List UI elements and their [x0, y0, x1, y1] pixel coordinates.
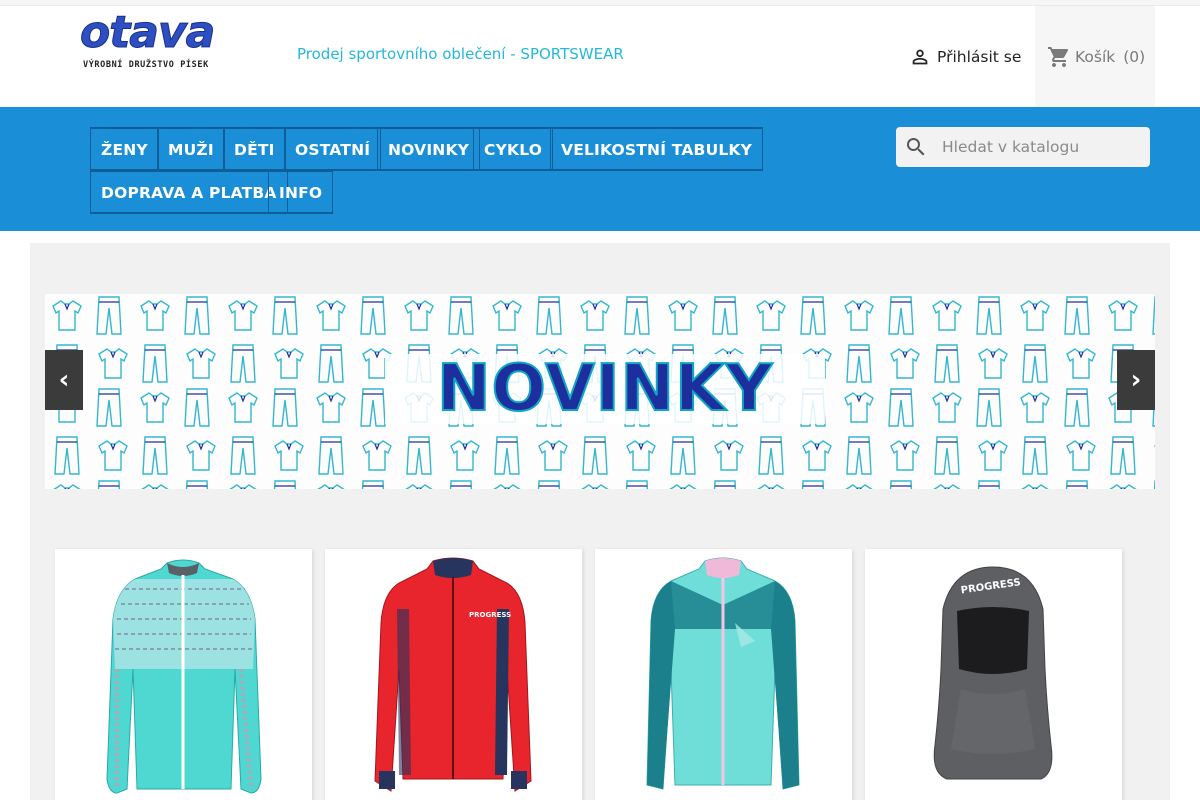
shopping-cart-icon [1048, 46, 1069, 67]
main-content: NOVINKY ‹ › PROGRESS PROGRESS [30, 243, 1170, 800]
nav-item-ostatni[interactable]: OSTATNÍ [284, 127, 382, 171]
nav-item-deti[interactable]: DĚTI [223, 127, 286, 171]
product-card[interactable]: PROGRESS [325, 549, 582, 800]
promo-banner[interactable]: NOVINKY [45, 294, 1155, 489]
nav-item-info[interactable]: INFO [268, 170, 334, 214]
chevron-left-icon: ‹ [58, 365, 70, 395]
nav-item-cyklo[interactable]: CYKLO [473, 127, 554, 171]
teal-jacket-image [646, 557, 800, 790]
balaclava-image: PROGRESS [933, 566, 1053, 780]
red-jacket-image: PROGRESS [374, 557, 532, 792]
site-tagline: Prodej sportovního oblečení - SPORTSWEAR [297, 45, 624, 63]
nav-item-doprava-a-platba[interactable]: DOPRAVA A PLATBA [90, 170, 288, 214]
banner-title: NOVINKY [385, 351, 825, 427]
product-card[interactable] [55, 549, 312, 800]
site-header: otava VÝROBNÍ DRUŽSTVO PÍSEK Prodej spor… [0, 6, 1200, 107]
turquoise-jacket-image [106, 559, 262, 794]
cart-count: (0) [1123, 47, 1146, 66]
search-icon[interactable] [904, 135, 928, 159]
main-navigation: ŽENY MUŽI DĚTI OSTATNÍ NOVINKY CYKLO VEL… [0, 107, 1200, 231]
nav-item-muzi[interactable]: MUŽI [157, 127, 225, 171]
search-input[interactable] [942, 138, 1142, 156]
cart-button[interactable]: Košík (0) [1035, 6, 1155, 107]
svg-text:PROGRESS: PROGRESS [469, 611, 511, 619]
cart-label: Košík [1075, 47, 1116, 66]
logo-subtitle: VÝROBNÍ DRUŽSTVO PÍSEK [83, 60, 209, 70]
nav-item-zeny[interactable]: ŽENY [90, 127, 159, 171]
nav-item-novinky[interactable]: NOVINKY [377, 127, 481, 171]
carousel-next-button[interactable]: › [1117, 350, 1155, 410]
nav-item-velikostni-tabulky[interactable]: VELIKOSTNÍ TABULKY [550, 127, 764, 171]
login-link[interactable]: Přihlásit se [909, 46, 1021, 68]
logo-word: otava [79, 7, 215, 58]
product-card[interactable]: PROGRESS [865, 549, 1122, 800]
person-icon [912, 49, 928, 65]
search-box [896, 127, 1150, 167]
carousel-prev-button[interactable]: ‹ [45, 350, 83, 410]
product-card[interactable] [595, 549, 852, 800]
site-logo[interactable]: otava VÝROBNÍ DRUŽSTVO PÍSEK [79, 7, 215, 76]
chevron-right-icon: › [1130, 365, 1142, 395]
login-label: Přihlásit se [937, 48, 1022, 66]
